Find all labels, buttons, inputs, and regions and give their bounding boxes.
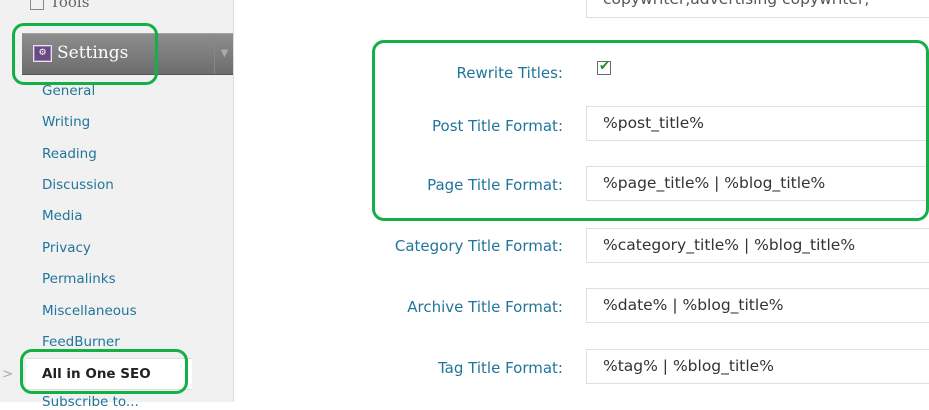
settings-icon: ⚙ [33,45,52,62]
rewrite-titles-label: Rewrite Titles: [456,64,563,82]
archive-title-format-input[interactable]: %date% | %blog_title% [586,288,929,323]
sidebar-item-subscribe[interactable]: Subscribe to... [42,394,139,410]
settings-label: Settings [57,43,129,63]
sidebar-item-miscellaneous[interactable]: Miscellaneous [42,303,137,319]
sidebar-item-feedburner[interactable]: FeedBurner [42,334,120,350]
tag-title-format-label: Tag Title Format: [438,359,563,377]
post-title-format-input[interactable]: %post_title% [586,106,929,141]
category-title-format-input[interactable]: %category_title% | %blog_title% [586,228,929,263]
post-title-format-label: Post Title Format: [432,117,563,135]
keywords-input[interactable]: copywriter,advertising copywriter, [586,0,929,18]
rewrite-titles-checkbox[interactable]: ✔ [597,59,611,75]
settings-menu-header[interactable]: ⚙ Settings ▼ [22,33,233,75]
page-title-format-label: Page Title Format: [427,176,563,194]
page-title-format-input[interactable]: %page_title% | %blog_title% [586,166,929,201]
sidebar-item-permalinks[interactable]: Permalinks [42,271,116,287]
archive-title-format-label: Archive Title Format: [407,298,563,316]
admin-sidebar: Tools ⚙ Settings ▼ General Writing Readi… [0,0,234,410]
category-title-format-label: Category Title Format: [394,237,563,255]
sidebar-item-label: All in One SEO [42,366,151,382]
sidebar-item-discussion[interactable]: Discussion [42,177,114,193]
sidebar-item-reading[interactable]: Reading [42,146,97,162]
menu-toggle-icon[interactable]: ▼ [214,34,234,74]
sidebar-item-all-in-one-seo[interactable]: > All in One SEO [2,358,192,390]
checkmark-icon: ✔ [599,59,610,74]
tools-menu[interactable]: Tools [30,0,89,12]
tools-label: Tools [50,0,90,11]
sidebar-item-media[interactable]: Media [42,208,83,224]
tools-icon [30,0,44,10]
current-arrow-icon: > [2,366,14,382]
sidebar-item-general[interactable]: General [42,83,95,95]
sidebar-item-writing[interactable]: Writing [42,114,90,130]
sidebar-item-privacy[interactable]: Privacy [42,240,91,256]
tag-title-format-input[interactable]: %tag% | %blog_title% [586,349,929,384]
